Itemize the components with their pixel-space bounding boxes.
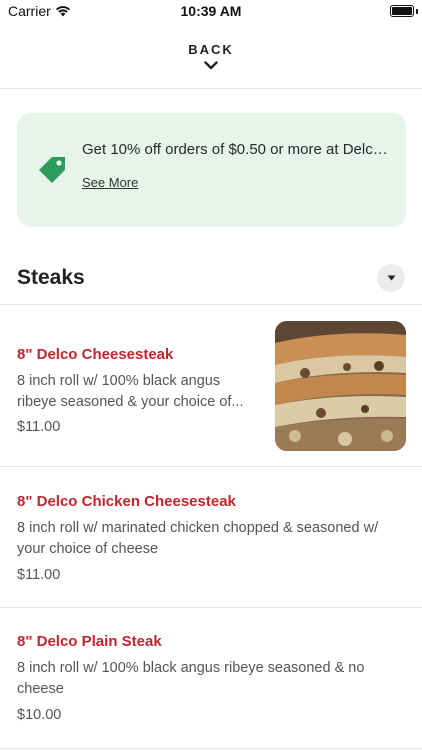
promo-text: Get 10% off orders of $0.50 or more at D… xyxy=(82,141,392,158)
item-description: 8 inch roll w/ 100% black angus ribeye s… xyxy=(17,658,407,700)
item-description-line: 8 inch roll w/ 100% black angus ribeye s… xyxy=(17,660,365,676)
item-price: $11.00 xyxy=(17,419,61,435)
item-description: 8 inch roll w/ 100% black angus ribeye s… xyxy=(17,371,262,413)
item-name: 8" Delco Cheesesteak xyxy=(17,346,174,363)
item-description-line: ribeye seasoned & your choice of... xyxy=(17,394,244,410)
see-more-link[interactable]: See More xyxy=(82,175,138,190)
menu-item[interactable]: 8" Delco Chicken Cheesesteak 8 inch roll… xyxy=(0,467,422,607)
back-button[interactable]: BACK xyxy=(0,36,422,88)
section-title: Steaks xyxy=(17,266,85,289)
item-description-line: 8 inch roll w/ 100% black angus xyxy=(17,373,221,389)
item-description-line: your choice of cheese xyxy=(17,541,159,557)
item-price: $10.00 xyxy=(17,707,62,723)
battery-icon xyxy=(390,5,414,17)
chevron-down-icon xyxy=(204,61,218,70)
promo-banner[interactable]: Get 10% off orders of $0.50 or more at D… xyxy=(17,113,406,227)
item-photo[interactable] xyxy=(275,321,406,451)
status-time: 10:39 AM xyxy=(180,3,242,19)
battery-tip xyxy=(416,9,418,14)
back-label: BACK xyxy=(188,42,234,57)
item-price: $11.00 xyxy=(17,567,61,583)
menu-item[interactable]: 8" Delco Plain Steak 8 inch roll w/ 100%… xyxy=(0,608,422,748)
item-description: 8 inch roll w/ marinated chicken chopped… xyxy=(17,518,407,560)
battery-level xyxy=(392,7,412,15)
status-bar: Carrier 10:39 AM xyxy=(0,0,422,22)
caret-down-icon xyxy=(387,275,395,281)
section-collapse-button[interactable] xyxy=(377,264,405,292)
item-description-line: cheese xyxy=(17,681,64,697)
item-description-line: 8 inch roll w/ marinated chicken chopped… xyxy=(17,520,379,536)
item-name: 8" Delco Chicken Cheesesteak xyxy=(17,493,236,510)
price-tag-icon xyxy=(39,157,65,183)
cheesesteak-photo xyxy=(275,321,406,451)
header-divider xyxy=(0,88,422,89)
item-divider xyxy=(0,748,422,749)
item-name: 8" Delco Plain Steak xyxy=(17,633,162,650)
